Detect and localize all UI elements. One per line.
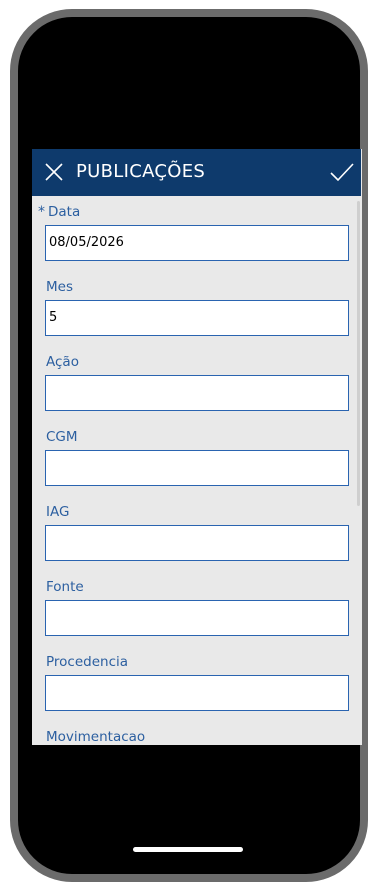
checkmark-icon[interactable] bbox=[329, 161, 355, 183]
close-icon[interactable] bbox=[44, 162, 64, 182]
publication-form: * Data 08/05/2026 Mes 5 Ação CGM IAG Fon… bbox=[32, 196, 361, 745]
cgm-input[interactable] bbox=[45, 450, 349, 486]
page-title: PUBLICAÇÕES bbox=[76, 161, 206, 182]
fonte-input[interactable] bbox=[45, 600, 349, 636]
required-marker: * bbox=[38, 204, 45, 220]
scrollbar[interactable] bbox=[357, 201, 360, 506]
field-label-text: Data bbox=[48, 204, 81, 220]
field-label-procedencia: Procedencia bbox=[46, 654, 129, 670]
procedencia-input[interactable] bbox=[45, 675, 349, 711]
field-label-movimentacao: Movimentacao bbox=[46, 729, 146, 745]
field-label-data: * Data bbox=[38, 204, 81, 220]
app-header: PUBLICAÇÕES bbox=[32, 149, 361, 196]
field-label-mes: Mes bbox=[46, 279, 73, 295]
app-screen: PUBLICAÇÕES * Data 08/05/2026 Mes 5 Ação… bbox=[32, 149, 362, 745]
data-input[interactable]: 08/05/2026 bbox=[45, 225, 349, 261]
field-label-cgm: CGM bbox=[46, 429, 78, 445]
iag-input[interactable] bbox=[45, 525, 349, 561]
mes-input[interactable]: 5 bbox=[45, 300, 349, 336]
field-label-iag: IAG bbox=[46, 504, 70, 520]
field-label-acao: Ação bbox=[46, 354, 79, 370]
home-indicator[interactable] bbox=[133, 847, 243, 852]
acao-input[interactable] bbox=[45, 375, 349, 411]
field-label-fonte: Fonte bbox=[46, 579, 84, 595]
